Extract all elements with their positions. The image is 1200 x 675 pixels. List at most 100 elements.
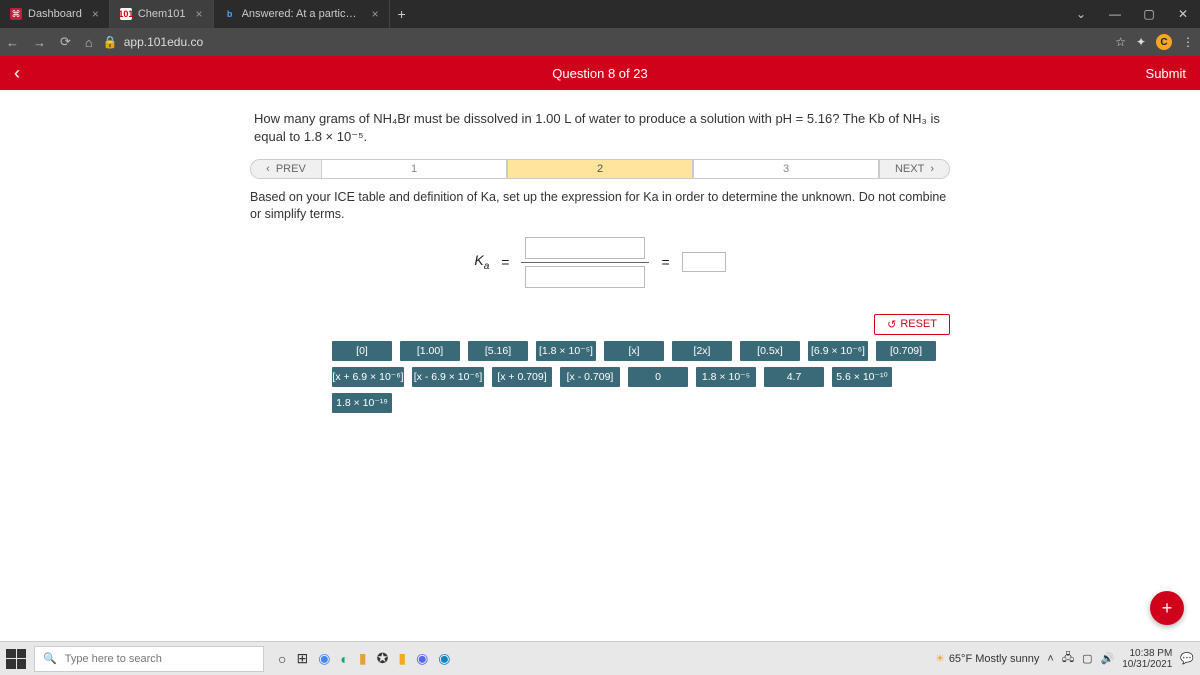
step-2[interactable]: 2 [507,160,693,178]
start-button[interactable] [6,649,26,669]
maximize-icon[interactable]: ▢ [1132,7,1166,21]
tile[interactable]: 5.6 × 10⁻¹⁰ [832,367,892,387]
tile[interactable]: [5.16] [468,341,528,361]
weather-text: 65°F Mostly sunny [949,653,1040,665]
tile[interactable]: 0 [628,367,688,387]
tile[interactable]: [2x] [672,341,732,361]
taskview-icon[interactable]: ⊞ [296,650,308,667]
tile[interactable]: [1.8 × 10⁻⁵] [536,341,596,361]
chevron-left-icon: ‹ [266,163,270,175]
tile[interactable]: [1.00] [400,341,460,361]
date-text: 10/31/2021 [1122,659,1172,670]
star-icon[interactable]: ☆ [1115,35,1126,49]
denominator-slot[interactable] [525,266,645,288]
volume-icon[interactable]: 🔊 [1101,652,1115,665]
result-slot[interactable] [682,252,726,272]
app-icon[interactable]: ✪ [377,650,389,667]
folder-icon[interactable]: ▮ [359,650,367,667]
window-controls: ⌄ — ▢ ✕ [1064,0,1200,28]
ka-label: Ka [474,252,489,272]
bartleby-favicon: b [224,8,236,20]
battery-icon[interactable]: ▢ [1082,652,1092,665]
prev-button[interactable]: ‹ PREV [251,160,321,178]
tile[interactable]: 1.8 × 10⁻¹⁹ [332,393,392,413]
tile[interactable]: [0.709] [876,341,936,361]
home-icon[interactable]: ⌂ [85,35,93,50]
next-label: NEXT [895,163,924,175]
minimize-icon[interactable]: — [1098,7,1132,21]
app-icon[interactable]: ◐ [340,651,348,667]
tile[interactable]: [x - 0.709] [560,367,620,387]
page-body: How many grams of NH₄Br must be dissolve… [0,90,1200,641]
equals-sign: = [661,254,669,270]
tile[interactable]: 4.7 [764,367,824,387]
address-bar[interactable]: 🔒 app.101edu.co [103,35,203,49]
fraction [521,237,649,288]
tile[interactable]: 1.8 × 10⁻⁵ [696,367,756,387]
question-counter: Question 8 of 23 [552,66,647,81]
system-tray: ☀ 65°F Mostly sunny ˄ 🖧 ▢ 🔊 10:38 PM 10/… [935,648,1194,670]
tab-label: Chem101 [138,8,186,20]
reset-button[interactable]: ↺ RESET [874,314,950,335]
next-button[interactable]: NEXT › [879,160,949,178]
browser-tab[interactable]: ⌘ Dashboard × [0,0,110,28]
app-back-icon[interactable]: ‹ [14,63,20,84]
chevron-down-icon[interactable]: ⌄ [1064,7,1098,21]
chevron-up-icon[interactable]: ˄ [1047,653,1053,665]
close-icon[interactable]: × [92,7,99,21]
browser-tab[interactable]: 101 Chem101 × [110,0,214,28]
close-window-icon[interactable]: ✕ [1166,7,1200,21]
taskbar-search[interactable]: 🔍 Type here to search [34,646,264,672]
taskbar-apps: ○ ⊞ ◉ ◐ ▮ ✪ ▮ ◉ ◉ [278,650,451,667]
browser-tab[interactable]: b Answered: At a particular tempe × [214,0,390,28]
extensions-icon[interactable]: ✦ [1136,35,1146,49]
step-1[interactable]: 1 [321,160,507,178]
menu-icon[interactable]: ⋮ [1182,35,1194,49]
weather-widget[interactable]: ☀ 65°F Mostly sunny [935,652,1039,665]
chem101-favicon: 101 [120,8,132,20]
answer-tiles: [0] [1.00] [5.16] [1.8 × 10⁻⁵] [x] [2x] … [250,341,950,413]
browser-urlbar: ← → ⟳ ⌂ 🔒 app.101edu.co ☆ ✦ C ⋮ [0,28,1200,56]
search-icon: 🔍 [43,652,57,665]
app-icon[interactable]: ▮ [398,650,406,667]
clock[interactable]: 10:38 PM 10/31/2021 [1122,648,1172,670]
reload-icon[interactable]: ⟳ [60,34,71,50]
forward-icon[interactable]: → [33,35,46,50]
step-instructions: Based on your ICE table and definition o… [250,189,950,223]
tile[interactable]: [x] [604,341,664,361]
tile[interactable]: [x + 6.9 × 10⁻⁶] [332,367,404,387]
time-text: 10:38 PM [1122,648,1172,659]
app-header: ‹ Question 8 of 23 Submit [0,56,1200,90]
fraction-bar [521,262,649,263]
tile[interactable]: [0] [332,341,392,361]
tile[interactable]: [0.5x] [740,341,800,361]
notifications-icon[interactable]: 💬 [1180,652,1194,665]
chevron-right-icon: › [930,163,934,175]
cortana-icon[interactable]: ○ [278,651,286,667]
chrome-icon[interactable]: ◉ [318,650,330,667]
equals-sign: = [501,254,509,270]
close-icon[interactable]: × [196,7,203,21]
dashboard-favicon: ⌘ [10,8,22,20]
sun-icon: ☀ [935,652,945,665]
discord-icon[interactable]: ◉ [416,650,428,667]
back-icon[interactable]: ← [6,35,19,50]
browser-titlebar: ⌘ Dashboard × 101 Chem101 × b Answered: … [0,0,1200,28]
windows-taskbar: 🔍 Type here to search ○ ⊞ ◉ ◐ ▮ ✪ ▮ ◉ ◉ … [0,641,1200,675]
search-placeholder: Type here to search [65,653,162,665]
tile[interactable]: [6.9 × 10⁻⁶] [808,341,868,361]
submit-button[interactable]: Submit [1146,66,1186,81]
new-tab-button[interactable]: + [390,0,414,28]
step-3[interactable]: 3 [693,160,879,178]
help-fab[interactable]: + [1150,591,1184,625]
edge-icon[interactable]: ◉ [438,650,450,667]
network-icon[interactable]: 🖧 [1062,649,1074,668]
numerator-slot[interactable] [525,237,645,259]
tile[interactable]: [x + 0.709] [492,367,552,387]
reset-icon: ↺ [887,318,896,331]
reset-label: RESET [900,318,937,330]
tile[interactable]: [x - 6.9 × 10⁻⁶] [412,367,484,387]
profile-icon[interactable]: C [1156,34,1172,50]
close-icon[interactable]: × [372,7,379,21]
question-text: How many grams of NH₄Br must be dissolve… [250,102,950,159]
